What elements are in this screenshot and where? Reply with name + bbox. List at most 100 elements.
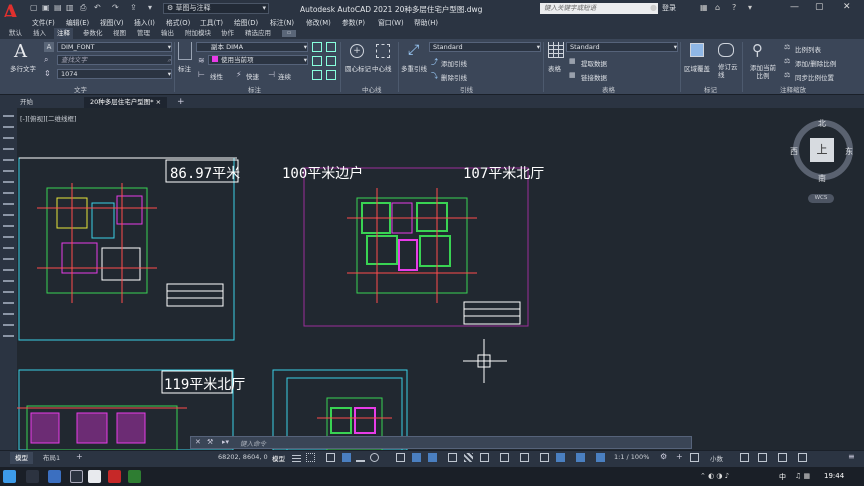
- add-current-scale-icon[interactable]: ⚲: [752, 41, 763, 59]
- isolate-objects-icon[interactable]: [690, 453, 699, 462]
- file-tab-drawing[interactable]: 20种多层住宅户型图* ×: [84, 97, 168, 108]
- plot-icon[interactable]: ⎙: [80, 3, 86, 14]
- tab-insert[interactable]: 插入: [30, 28, 49, 39]
- scale-list-icon[interactable]: ⚖: [784, 43, 790, 51]
- infer-constraints-icon[interactable]: [326, 453, 335, 462]
- quick-dim-button[interactable]: 快速: [246, 71, 259, 81]
- sync-scale-button[interactable]: 同步比例位置: [795, 72, 834, 82]
- login-button[interactable]: 登录: [662, 3, 676, 13]
- new-tab-icon[interactable]: +: [177, 97, 185, 107]
- revcloud-icon[interactable]: [718, 43, 734, 57]
- taskbar-clock[interactable]: 19:44: [824, 472, 844, 480]
- extract-data-icon[interactable]: ▦: [569, 57, 576, 65]
- link-data-button[interactable]: 链接数据: [581, 72, 607, 82]
- tab-addins[interactable]: 附加模块: [182, 28, 214, 39]
- add-delete-scale-icon[interactable]: ⚖: [784, 57, 790, 65]
- wipeout-icon[interactable]: [690, 43, 704, 57]
- find-text-input[interactable]: 查找文字 ⌕: [57, 55, 172, 65]
- windows-start-icon[interactable]: [3, 470, 16, 483]
- annotation-visibility-icon[interactable]: [576, 453, 585, 462]
- add-leader-button[interactable]: 添加引线: [441, 58, 467, 68]
- tray-icons[interactable]: ⌃ ◐ ◑ ♪: [700, 472, 729, 480]
- remove-leader-icon[interactable]: ⤵: [431, 71, 438, 81]
- tab-view[interactable]: 视图: [110, 28, 129, 39]
- close-icon[interactable]: ✕: [843, 2, 851, 12]
- close-icon[interactable]: ×: [156, 98, 161, 106]
- menu-parametric[interactable]: 参数(P): [342, 17, 365, 27]
- centerline-button[interactable]: 中心线: [372, 63, 392, 73]
- workspace-selector[interactable]: ⚙ 草图与注释 ▾: [163, 3, 269, 14]
- menu-view[interactable]: 视图(V): [100, 17, 124, 27]
- drawing-svg[interactable]: [17, 108, 864, 450]
- dim-tool-icon-4[interactable]: [326, 56, 336, 66]
- tab-output[interactable]: 输出: [158, 28, 177, 39]
- maximize-icon[interactable]: ▢: [815, 2, 824, 12]
- dim-style-combo[interactable]: 副本 DIMA ▾: [196, 42, 308, 52]
- model-space-button[interactable]: 模型: [272, 453, 285, 463]
- tab-model[interactable]: 模型: [10, 452, 33, 464]
- tab-default[interactable]: 默认: [6, 28, 25, 39]
- menu-format[interactable]: 格式(O): [166, 17, 190, 27]
- center-mark-icon[interactable]: +: [350, 44, 364, 58]
- link-data-icon[interactable]: ▦: [569, 71, 576, 79]
- multiline-text-icon[interactable]: A: [14, 41, 27, 62]
- selection-filter-icon[interactable]: [540, 453, 549, 462]
- speaker-icon[interactable]: ♫ ▦: [795, 472, 810, 480]
- text-style-combo[interactable]: DIM_FONT ▾: [57, 42, 172, 52]
- recent-commands-icon[interactable]: ▸▾: [222, 438, 229, 446]
- open-file-icon[interactable]: ▣: [42, 3, 50, 14]
- file-explorer-icon[interactable]: [48, 470, 61, 483]
- scale-list-button[interactable]: 比例列表: [795, 44, 821, 54]
- minimize-icon[interactable]: —: [790, 2, 799, 12]
- transparency-icon[interactable]: [464, 453, 473, 462]
- dim-tool-icon-5[interactable]: [312, 70, 322, 80]
- center-mark-button[interactable]: 圆心标记: [345, 63, 371, 73]
- viewcube-north[interactable]: 北: [818, 118, 826, 129]
- annotation-scale-button[interactable]: 1:1 / 100%: [614, 453, 649, 461]
- multiline-text-button[interactable]: 多行文字: [10, 63, 36, 73]
- menu-edit[interactable]: 编辑(E): [66, 17, 89, 27]
- app-icon-3[interactable]: [128, 470, 141, 483]
- units-button[interactable]: 小数: [710, 453, 723, 463]
- chevron-down-icon[interactable]: ▾: [748, 3, 752, 12]
- continue-dim-button[interactable]: 连续: [278, 71, 291, 81]
- ime-indicator[interactable]: 中: [779, 472, 786, 482]
- add-leader-icon[interactable]: ⤴: [431, 57, 438, 67]
- lock-ui-icon[interactable]: [758, 453, 767, 462]
- linear-dim-icon[interactable]: ⊢: [198, 70, 205, 79]
- extract-data-button[interactable]: 提取数据: [581, 58, 607, 68]
- viewcube-west[interactable]: 西: [790, 146, 798, 157]
- text-height-combo[interactable]: 1074 ▾: [57, 69, 172, 79]
- object-snap-icon[interactable]: [428, 453, 437, 462]
- sync-scale-icon[interactable]: ⚖: [784, 71, 790, 79]
- redo-icon[interactable]: ↷: [112, 3, 119, 14]
- help-icon[interactable]: ?: [732, 3, 736, 12]
- dimension-button[interactable]: 标注: [178, 63, 191, 73]
- wcs-menu[interactable]: WCS: [808, 194, 834, 203]
- menu-file[interactable]: 文件(F): [32, 17, 55, 27]
- plus-icon[interactable]: +: [676, 452, 683, 461]
- undo-icon[interactable]: ↶: [94, 3, 101, 14]
- table-style-combo[interactable]: Standard ▾: [566, 42, 678, 52]
- revcloud-button[interactable]: 修订云线: [718, 63, 738, 79]
- new-file-icon[interactable]: ▢: [30, 3, 38, 14]
- tab-layout1[interactable]: 布局1: [38, 452, 65, 464]
- continue-dim-icon[interactable]: ⊣: [268, 70, 275, 79]
- viewcube-east[interactable]: 东: [845, 146, 853, 157]
- viewcube-south[interactable]: 南: [818, 173, 826, 184]
- exchange-icon[interactable]: ⌂: [715, 3, 720, 12]
- clean-screen-icon[interactable]: [798, 453, 807, 462]
- search-input[interactable]: 键入关键字或短语: [540, 3, 658, 14]
- menu-help[interactable]: 帮助(H): [414, 17, 438, 27]
- menu-insert[interactable]: 插入(I): [134, 17, 155, 27]
- isodraft-icon[interactable]: [396, 453, 405, 462]
- tab-annotate[interactable]: 注释: [54, 28, 73, 39]
- dim-tool-icon-6[interactable]: [326, 70, 336, 80]
- close-icon[interactable]: ✕: [195, 438, 201, 446]
- wipeout-button[interactable]: 区域覆盖: [684, 63, 710, 73]
- mleader-style-combo[interactable]: Standard ▾: [429, 42, 541, 52]
- share-icon[interactable]: ⇪: [130, 3, 137, 14]
- tab-parametric[interactable]: 参数化: [80, 28, 106, 39]
- menu-modify[interactable]: 修改(M): [306, 17, 331, 27]
- table-icon[interactable]: [548, 42, 564, 58]
